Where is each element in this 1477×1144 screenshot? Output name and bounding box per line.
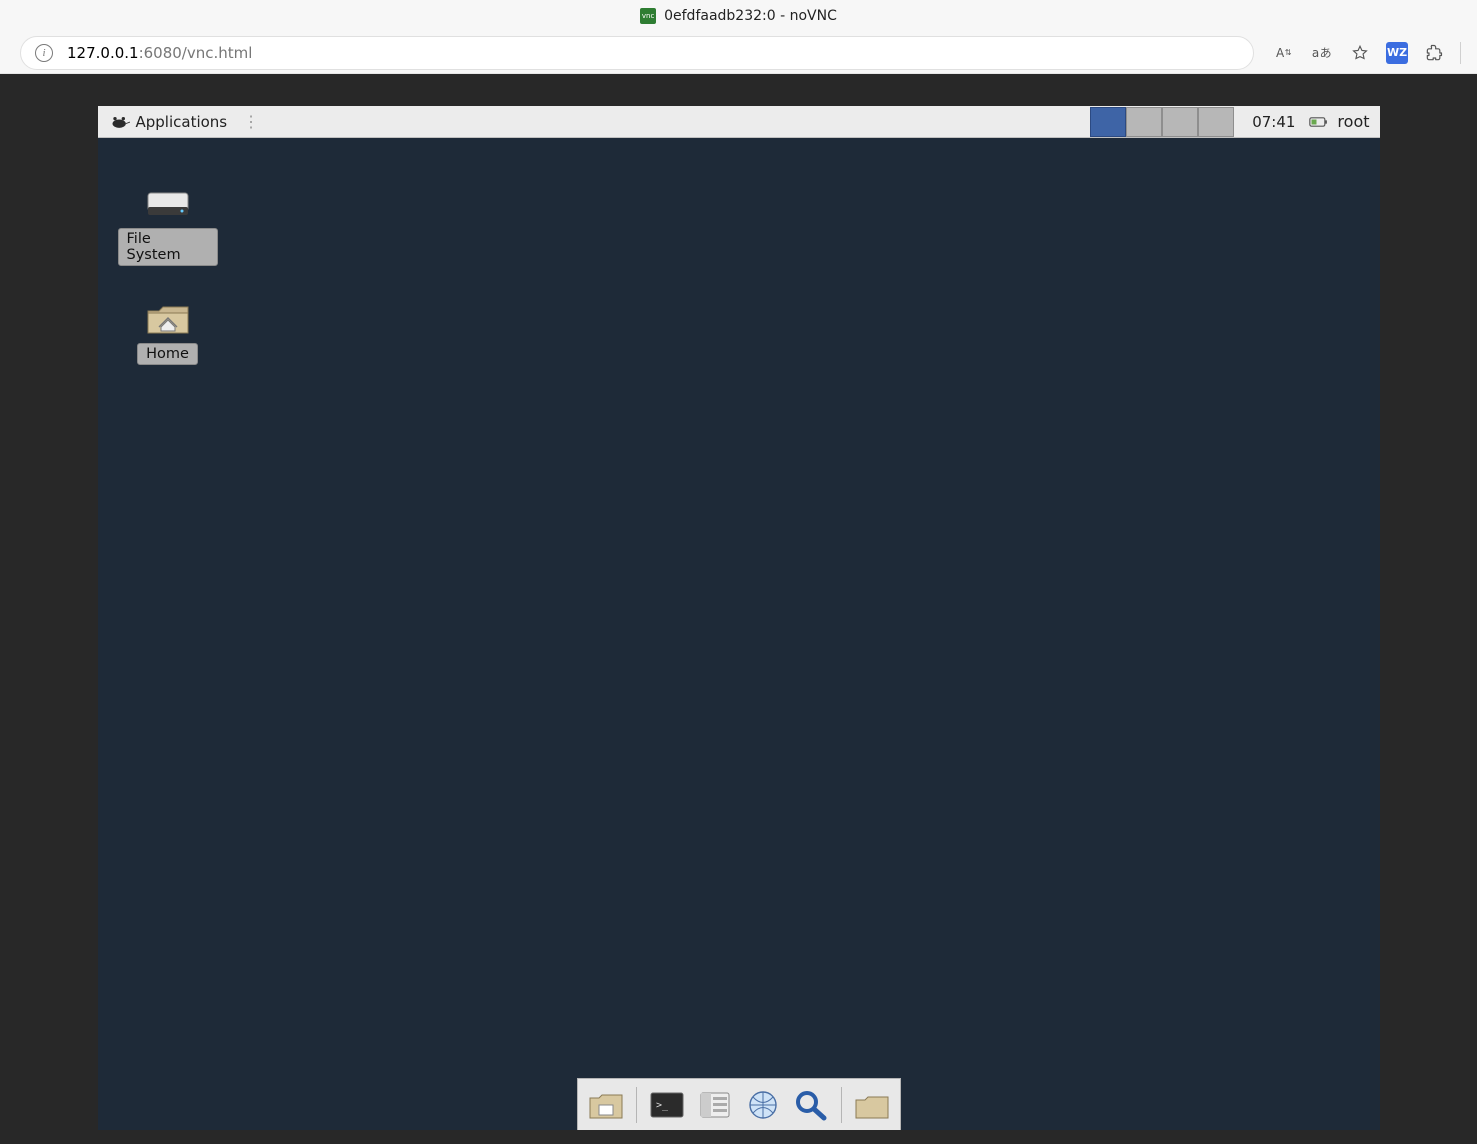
applications-label: Applications	[136, 113, 228, 131]
workspace-switcher[interactable]	[1090, 107, 1234, 137]
translate-icon[interactable]: aあ	[1310, 41, 1334, 65]
xfce-bottom-dock: >_	[577, 1078, 901, 1130]
svg-text:>_: >_	[656, 1100, 669, 1111]
workspace-3[interactable]	[1162, 107, 1198, 137]
battery-icon[interactable]	[1305, 113, 1333, 131]
page-content: Applications ⋮ 07:41 root	[0, 74, 1477, 1144]
dock-file-manager[interactable]	[693, 1085, 737, 1125]
extensions-icon[interactable]	[1422, 41, 1446, 65]
applications-menu-button[interactable]: Applications	[104, 106, 234, 137]
wz-badge-icon[interactable]: WZ	[1386, 42, 1408, 64]
dock-home-folder[interactable]	[850, 1085, 894, 1125]
panel-left-group: Applications ⋮	[98, 106, 264, 137]
address-host: 127.0.0.1	[67, 44, 139, 62]
xfce-top-panel: Applications ⋮ 07:41 root	[98, 106, 1380, 138]
site-info-icon[interactable]: i	[35, 44, 53, 62]
dock-separator	[636, 1087, 637, 1123]
address-path: :6080/vnc.html	[139, 44, 253, 62]
dock-terminal[interactable]: >_	[645, 1085, 689, 1125]
toolbar-divider	[1460, 42, 1461, 64]
desktop-background[interactable]: File System Home	[98, 138, 1380, 1130]
browser-window: vnc 0efdfaadb232:0 - noVNC i 127.0.0.1:6…	[0, 0, 1477, 1144]
address-bar[interactable]: i 127.0.0.1:6080/vnc.html	[20, 36, 1254, 70]
desktop-icon-label: File System	[118, 228, 218, 266]
workspace-4[interactable]	[1198, 107, 1234, 137]
drive-icon	[145, 186, 191, 222]
favorites-icon[interactable]	[1348, 41, 1372, 65]
text-size-label: A	[1276, 46, 1285, 60]
browser-title: 0efdfaadb232:0 - noVNC	[664, 8, 837, 24]
browser-toolbar: i 127.0.0.1:6080/vnc.html A⇅ aあ WZ	[0, 32, 1477, 74]
xfce-logo-icon	[110, 114, 130, 130]
vnc-canvas[interactable]: Applications ⋮ 07:41 root	[98, 106, 1380, 1130]
panel-separator-icon: ⋮	[239, 112, 263, 131]
browser-titlebar: vnc 0efdfaadb232:0 - noVNC	[0, 0, 1477, 32]
panel-right-group: 07:41 root	[1090, 106, 1379, 137]
favicon-icon: vnc	[640, 8, 656, 24]
home-folder-icon	[145, 301, 191, 337]
dock-show-desktop[interactable]	[584, 1085, 628, 1125]
toolbar-right-group: A⇅ aあ WZ	[1272, 41, 1461, 65]
workspace-2[interactable]	[1126, 107, 1162, 137]
clock[interactable]: 07:41	[1242, 113, 1305, 131]
dock-separator	[841, 1087, 842, 1123]
desktop-icon-file-system[interactable]: File System	[118, 186, 218, 266]
user-label[interactable]: root	[1333, 112, 1379, 131]
dock-search[interactable]	[789, 1085, 833, 1125]
workspace-1[interactable]	[1090, 107, 1126, 137]
desktop-icon-label: Home	[137, 343, 198, 365]
text-size-icon[interactable]: A⇅	[1272, 41, 1296, 65]
dock-web-browser[interactable]	[741, 1085, 785, 1125]
desktop-icon-home[interactable]: Home	[118, 301, 218, 365]
